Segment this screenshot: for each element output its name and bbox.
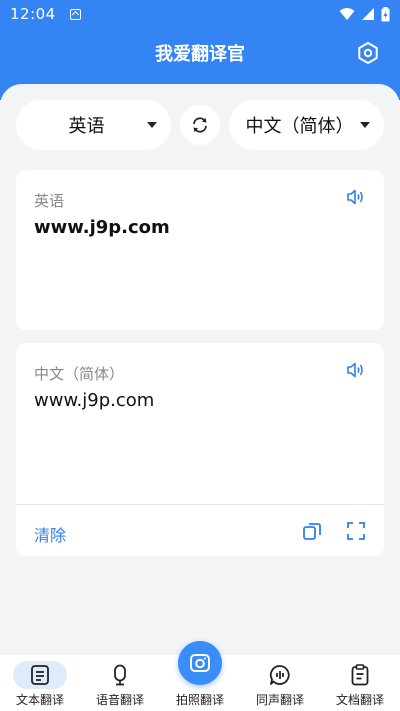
document-text-icon <box>31 665 49 685</box>
nav-icon-container <box>253 661 307 689</box>
settings-hexagon-icon <box>358 42 378 64</box>
nav-label: 同声翻译 <box>255 693 304 707</box>
fullscreen-button[interactable] <box>346 521 366 541</box>
language-selector-row: 英语 中文（简体） <box>16 100 384 150</box>
speaker-icon <box>347 189 363 205</box>
nav-document-translate[interactable]: 文档翻译 <box>320 655 400 711</box>
translation-result-card: 中文（简体） www.j9p.com 清除 <box>16 343 384 556</box>
chat-wave-icon <box>269 665 290 685</box>
source-text: www.j9p.com <box>34 217 170 238</box>
wifi-icon <box>339 8 355 20</box>
page-title: 我爱翻译官 <box>155 44 245 65</box>
target-language-label: 中文（简体） <box>245 116 354 137</box>
translated-text: www.j9p.com <box>34 390 155 411</box>
nav-icon-container <box>93 661 147 689</box>
nav-icon-container <box>333 661 387 689</box>
caret-down-icon <box>360 122 370 128</box>
microphone-icon <box>114 664 126 686</box>
target-card-label: 中文（简体） <box>34 365 125 383</box>
target-language-select[interactable]: 中文（简体） <box>229 100 384 150</box>
nav-voice-translate[interactable]: 语音翻译 <box>80 655 160 711</box>
speaker-icon <box>347 362 363 378</box>
nav-simultaneous-translate[interactable]: 同声翻译 <box>240 655 320 711</box>
signal-icon <box>362 8 374 20</box>
card-divider <box>16 504 384 505</box>
clear-button[interactable]: 清除 <box>34 522 66 546</box>
app-header: 我爱翻译官 <box>0 28 400 78</box>
notification-app-icon <box>69 8 81 20</box>
nav-label: 拍照翻译 <box>175 693 224 707</box>
copy-icon <box>303 523 321 540</box>
source-language-select[interactable]: 英语 <box>16 100 171 150</box>
source-speaker-button[interactable] <box>346 187 366 207</box>
source-text-card[interactable]: 英语 www.j9p.com <box>16 170 384 330</box>
nav-label: 文本翻译 <box>15 693 64 707</box>
status-indicators <box>339 6 390 22</box>
copy-button[interactable] <box>302 521 322 541</box>
source-language-label: 英语 <box>68 116 105 137</box>
caret-down-icon <box>147 122 157 128</box>
swap-languages-button[interactable] <box>180 105 220 145</box>
camera-button[interactable] <box>178 641 222 685</box>
nav-text-translate[interactable]: 文本翻译 <box>0 655 80 711</box>
camera-icon <box>190 654 210 672</box>
battery-icon <box>381 6 390 21</box>
nav-label: 语音翻译 <box>95 693 144 707</box>
swap-arrows-icon <box>193 117 207 133</box>
clipboard-icon <box>351 664 369 686</box>
nav-icon-container <box>13 661 67 689</box>
fullscreen-icon <box>347 522 365 540</box>
status-time: 12:04 <box>10 5 56 23</box>
settings-button[interactable] <box>356 41 380 65</box>
target-speaker-button[interactable] <box>346 360 366 380</box>
status-bar: 12:04 <box>0 0 400 28</box>
source-card-label: 英语 <box>34 192 65 210</box>
nav-label: 文档翻译 <box>335 693 384 707</box>
